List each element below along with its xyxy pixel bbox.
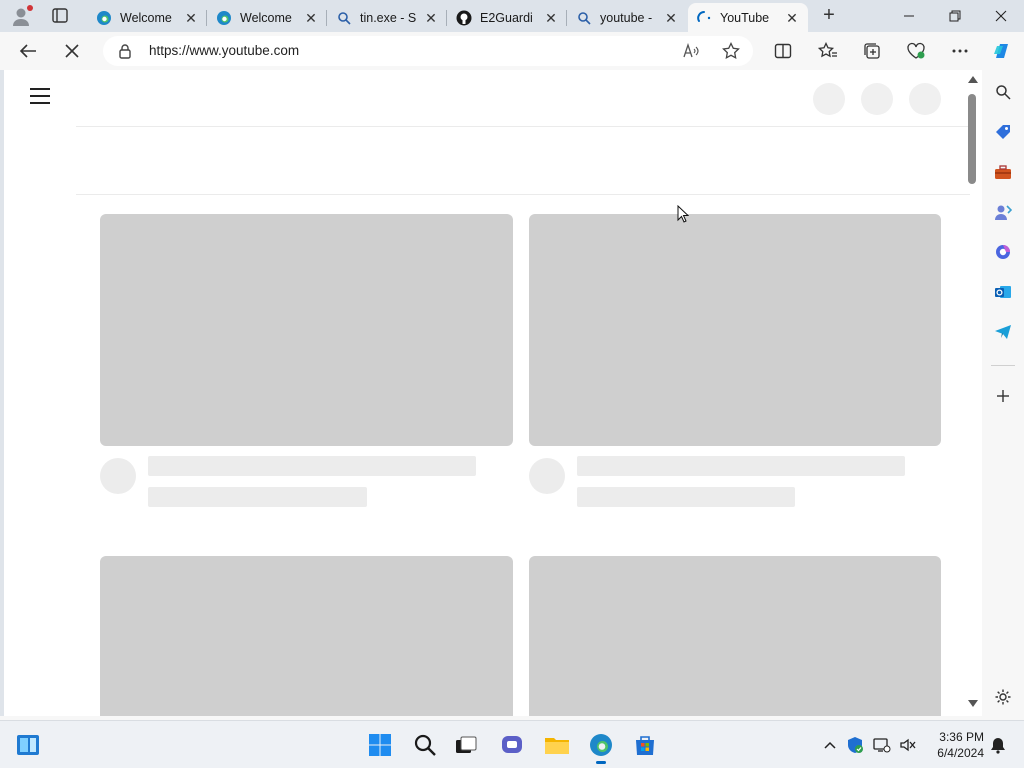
close-tab-icon[interactable]: ✕ (183, 10, 199, 26)
scroll-down-arrow-icon[interactable] (968, 700, 978, 707)
tab-label: E2Guardi (480, 10, 533, 25)
new-tab-icon[interactable]: + (818, 5, 840, 27)
close-tab-icon[interactable]: ✕ (303, 10, 319, 26)
show-hidden-icons-chevron-icon[interactable] (820, 735, 840, 755)
taskbar-search-icon[interactable] (411, 731, 439, 759)
favorites-icon[interactable] (815, 38, 841, 64)
edge-sidebar (982, 70, 1024, 720)
tab-label: Welcome (120, 10, 172, 25)
edge-icon (216, 10, 232, 26)
file-explorer-icon[interactable] (543, 731, 571, 759)
video-thumbnail-placeholder (529, 556, 941, 716)
header-placeholder (861, 83, 893, 115)
favorite-star-icon[interactable] (721, 41, 741, 61)
channel-avatar-placeholder (529, 458, 565, 494)
collections-icon[interactable] (859, 38, 885, 64)
divider (76, 194, 970, 195)
restore-icon[interactable] (932, 0, 978, 32)
search-icon (336, 10, 352, 26)
title-placeholder (577, 456, 905, 476)
telegram-send-icon[interactable] (992, 321, 1014, 343)
lock-icon[interactable] (117, 43, 133, 59)
page-viewport (4, 70, 982, 716)
back-arrow-icon[interactable] (15, 38, 41, 64)
tab-strip: Welcome ✕ Welcome ✕ tin.exe - S ✕ E2Guar… (0, 0, 1024, 32)
sidebar-divider (991, 365, 1015, 366)
edge-browser-icon[interactable] (587, 731, 615, 764)
security-shield-icon[interactable] (845, 735, 865, 755)
header-placeholder (813, 83, 845, 115)
tab-search-youtube[interactable]: youtube - ✕ (568, 3, 687, 32)
close-tab-icon[interactable]: ✕ (663, 10, 679, 26)
clock-date: 6/4/2024 (937, 746, 984, 760)
read-aloud-icon[interactable] (681, 41, 701, 61)
meta-placeholder (148, 487, 367, 507)
meta-placeholder (577, 487, 795, 507)
tab-actions-icon[interactable] (48, 6, 72, 26)
microsoft-365-icon[interactable] (992, 241, 1014, 263)
task-view-icon[interactable] (452, 731, 480, 759)
close-tab-icon[interactable]: ✕ (784, 10, 800, 26)
sidebar-settings-gear-icon[interactable] (992, 686, 1014, 708)
browser-essentials-icon[interactable] (903, 38, 929, 64)
close-tab-icon[interactable]: ✕ (423, 10, 439, 26)
search-icon (576, 10, 592, 26)
notification-dot (27, 5, 33, 11)
minimize-icon[interactable] (886, 0, 932, 32)
header-placeholder (909, 83, 941, 115)
widgets-icon[interactable] (14, 731, 42, 759)
games-icon[interactable] (992, 201, 1014, 223)
tab-github[interactable]: E2Guardi ✕ (448, 3, 567, 32)
tab-search-tin[interactable]: tin.exe - S ✕ (328, 3, 447, 32)
stop-loading-icon[interactable] (59, 38, 85, 64)
shopping-tag-icon[interactable] (992, 121, 1014, 143)
split-screen-icon[interactable] (770, 38, 796, 64)
more-options-icon[interactable] (947, 38, 973, 64)
mouse-cursor-icon (677, 204, 690, 223)
scrollbar-thumb[interactable] (968, 94, 976, 184)
url-text[interactable]: https://www.youtube.com (149, 43, 299, 58)
loading-icon (696, 10, 712, 26)
divider (76, 126, 970, 127)
system-clock[interactable]: 3:36 PM 6/4/2024 (928, 729, 984, 761)
tab-label: Welcome (240, 10, 292, 25)
channel-avatar-placeholder (100, 458, 136, 494)
video-thumbnail-placeholder (529, 214, 941, 446)
teams-chat-icon[interactable] (498, 731, 526, 759)
clock-time: 3:36 PM (939, 730, 984, 744)
tab-label: youtube - (600, 10, 653, 25)
scroll-up-arrow-icon[interactable] (968, 76, 978, 83)
close-window-icon[interactable] (978, 0, 1024, 32)
browser-toolbar: https://www.youtube.com (0, 32, 1024, 70)
volume-muted-icon[interactable] (898, 735, 918, 755)
microsoft-store-icon[interactable] (631, 731, 659, 759)
profile-avatar-icon[interactable] (10, 5, 33, 27)
github-icon (456, 10, 472, 26)
tools-toolbox-icon[interactable] (992, 161, 1014, 183)
video-thumbnail-placeholder (100, 556, 513, 716)
title-placeholder (148, 456, 476, 476)
tab-label: YouTube (720, 10, 770, 25)
outlook-icon[interactable] (992, 281, 1014, 303)
edge-icon (96, 10, 112, 26)
network-icon[interactable] (872, 735, 892, 755)
add-sidebar-app-icon[interactable] (992, 385, 1014, 407)
tab-youtube-active[interactable]: YouTube ✕ (688, 3, 808, 32)
tab-welcome-2[interactable]: Welcome ✕ (208, 3, 327, 32)
windows-taskbar: 3:36 PM 6/4/2024 (0, 720, 1024, 768)
tab-label: tin.exe - S (360, 10, 417, 25)
copilot-icon[interactable] (989, 38, 1015, 64)
sidebar-search-icon[interactable] (992, 81, 1014, 103)
start-windows-icon[interactable] (366, 731, 394, 759)
vertical-scrollbar[interactable] (966, 76, 978, 714)
notification-bell-icon[interactable] (988, 735, 1008, 755)
address-bar[interactable]: https://www.youtube.com (103, 36, 753, 66)
close-tab-icon[interactable]: ✕ (543, 10, 559, 26)
tab-welcome-1[interactable]: Welcome ✕ (88, 3, 207, 32)
video-thumbnail-placeholder (100, 214, 513, 446)
guide-menu-icon[interactable] (30, 88, 50, 106)
